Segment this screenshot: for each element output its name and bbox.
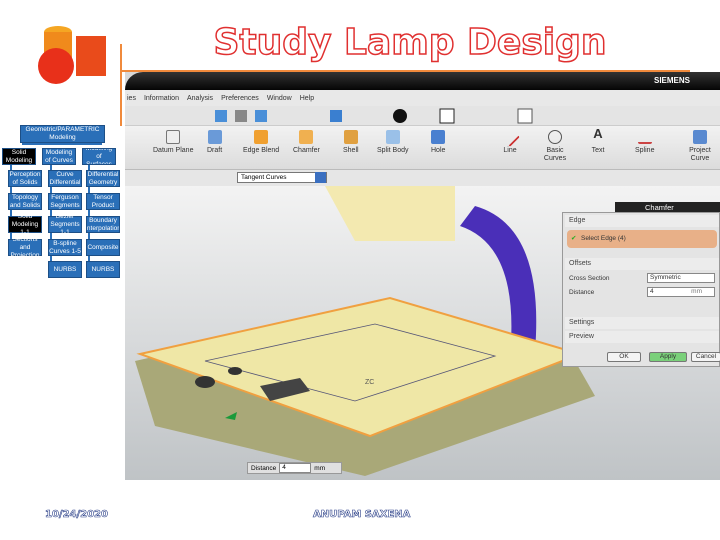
text-button[interactable]: A Text — [591, 127, 605, 155]
apply-button[interactable]: Apply — [649, 352, 687, 362]
tree-item: Topology and Solids — [8, 193, 42, 210]
cross-section-label: Cross Section — [569, 275, 610, 282]
brand: SIEMENS — [653, 76, 690, 85]
tree-item: Perception of Solids — [8, 170, 42, 187]
tree-item: NURBS — [86, 261, 120, 278]
menu-information[interactable]: Information — [144, 95, 179, 102]
nx-screenshot: SIEMENS ies Information Analysis Prefere… — [125, 72, 720, 480]
menu-bar: ies Information Analysis Preferences Win… — [125, 90, 720, 106]
tree-item: Tensor Product — [86, 193, 120, 210]
unit-label: mm — [314, 464, 326, 472]
chamfer-button[interactable]: Chamfer — [293, 130, 320, 155]
footer-date: 10/24/2020 — [45, 509, 109, 521]
tree-col-head: Solid Modeling — [2, 148, 36, 165]
tree-item: Differential Geometry — [86, 170, 120, 187]
spline-button[interactable]: Spline — [635, 130, 654, 155]
tree-item: Ferguson Segments — [48, 193, 82, 210]
curve-rule-select[interactable]: Tangent Curves — [237, 172, 327, 183]
cancel-button[interactable]: Cancel — [691, 352, 720, 362]
menu-analysis[interactable]: Analysis — [187, 95, 213, 102]
distance-label: Distance — [251, 464, 277, 472]
tree-item: Solid Modeling 1-1 — [8, 213, 42, 236]
basic-curves-button[interactable]: Basic Curves — [543, 130, 567, 163]
datum-plane-button[interactable]: Datum Plane — [153, 130, 193, 155]
feature-toolbar: Datum Plane Draft Edge Blend Chamfer She… — [125, 126, 720, 170]
menu-help[interactable]: Help — [300, 95, 314, 102]
tree-item: Bezier Segments 1-1 — [48, 213, 82, 236]
distance-input[interactable]: 4 — [279, 463, 312, 473]
section-edge[interactable]: Edge — [565, 215, 719, 227]
line-button[interactable]: Line — [500, 127, 520, 155]
logo-shapes — [28, 18, 118, 88]
project-curve-button[interactable]: Project Curve — [687, 130, 713, 163]
topic-tree: Geometric/PARAMETRIC Modeling Solid Mode… — [0, 120, 125, 280]
standard-toolbar — [125, 106, 720, 126]
cross-section-select[interactable]: Symmetric — [647, 273, 715, 283]
dropdown-arrow-icon[interactable] — [315, 172, 326, 183]
distance-label: Distance — [569, 289, 595, 296]
divider — [120, 44, 122, 126]
axis-label: ZC — [365, 379, 374, 386]
title-bar: SIEMENS — [125, 72, 720, 90]
menu-window[interactable]: Window — [267, 95, 292, 102]
tree-item: NURBS — [48, 261, 82, 278]
onscreen-input: Distance 4 mm — [247, 462, 342, 474]
menu-item[interactable]: ies — [127, 95, 136, 102]
section-preview[interactable]: Preview — [565, 331, 719, 343]
split-body-button[interactable]: Split Body — [377, 130, 409, 155]
tree-item: Sections and Projection — [8, 236, 42, 259]
tree-item: Boundary Interpolation — [86, 216, 120, 233]
distance-input[interactable]: 4 mm — [647, 287, 715, 297]
menu-preferences[interactable]: Preferences — [221, 95, 259, 102]
tree-item: Composite — [86, 239, 120, 256]
dialog-title: Chamfer — [645, 203, 674, 212]
tree-item: Curve Differential — [48, 170, 82, 187]
tree-col-head: Modeling of Curves — [42, 148, 76, 165]
chamfer-dialog: Edge ✔ Select Edge (4) Offsets Cross Sect… — [562, 212, 720, 367]
ok-button[interactable]: OK — [607, 352, 641, 362]
tree-item: B-spline Curves 1-5 — [48, 239, 82, 256]
selection-bar: Tangent Curves — [125, 170, 720, 186]
slide-title: Study Lamp Design — [213, 21, 608, 64]
edge-blend-button[interactable]: Edge Blend — [243, 130, 279, 155]
section-offsets[interactable]: Offsets — [565, 258, 719, 270]
shell-button[interactable]: Shell — [343, 130, 359, 155]
footer-author: ANUPAM SAXENA — [313, 509, 411, 521]
tree-col-head: Modeling of Surfaces — [82, 148, 116, 165]
section-settings[interactable]: Settings — [565, 317, 719, 329]
draft-button[interactable]: Draft — [207, 130, 222, 155]
hole-button[interactable]: Hole — [431, 130, 445, 155]
select-edge-row[interactable]: ✔ Select Edge (4) — [567, 230, 717, 248]
tree-root: Geometric/PARAMETRIC Modeling — [20, 125, 105, 143]
